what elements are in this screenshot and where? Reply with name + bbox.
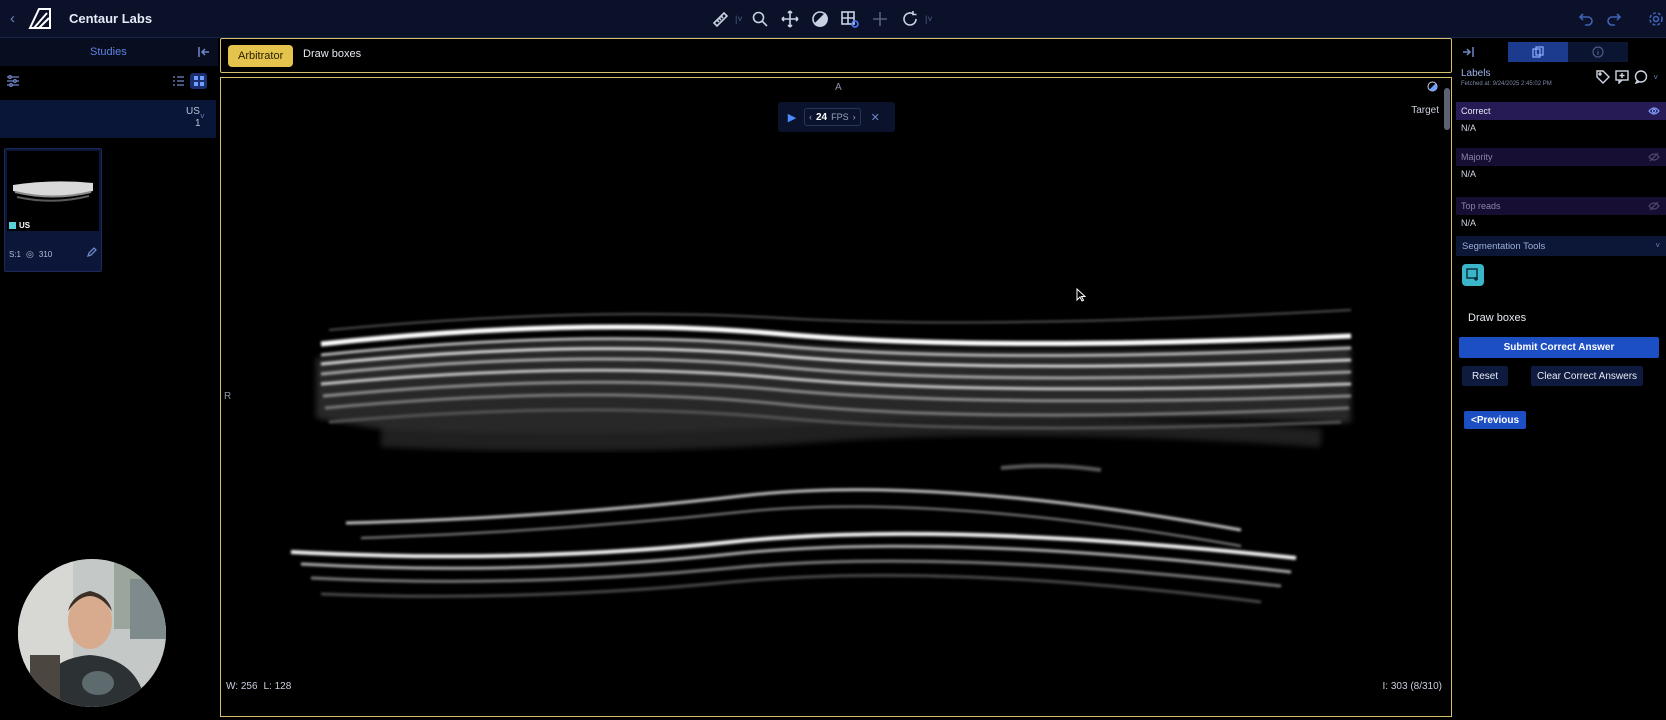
copy-icon — [1532, 46, 1544, 58]
correct-value: N/A — [1461, 123, 1477, 133]
fps-value: 24 — [816, 111, 828, 123]
labels-panel: Labels Fetched at: 9/24/2025 2:45:02 PM … — [1456, 38, 1666, 720]
top-reads-value: N/A — [1461, 218, 1477, 228]
contrast-icon[interactable] — [805, 7, 835, 31]
ultrasound-image — [290, 309, 1352, 604]
viewer-toolbar: |˅ |˅ — [705, 7, 935, 31]
chevron-down-icon[interactable]: ˅ — [1653, 73, 1658, 82]
frame-count: 310 — [38, 250, 53, 259]
chat-icon[interactable] — [1634, 70, 1648, 84]
webcam-overlay — [18, 559, 166, 707]
modality-color-swatch — [9, 222, 16, 229]
draw-box-tool-button[interactable] — [1462, 264, 1484, 286]
correct-section-header[interactable]: Correct — [1456, 102, 1666, 120]
submit-correct-answer-button[interactable]: Submit Correct Answer — [1459, 337, 1659, 358]
layout-icon[interactable] — [835, 7, 865, 31]
edit-icon[interactable] — [87, 247, 97, 257]
panel-tabs-bar — [1456, 42, 1666, 62]
chevron-left-icon[interactable]: ‹ — [10, 10, 15, 27]
collapse-left-icon[interactable] — [197, 45, 211, 59]
orientation-top: A — [835, 82, 842, 93]
correct-title: Correct — [1461, 106, 1491, 116]
filter-bar — [0, 68, 218, 94]
clear-correct-answers-button[interactable]: Clear Correct Answers — [1531, 366, 1644, 386]
draw-boxes-label: Draw boxes — [1468, 312, 1527, 324]
app-title: Centaur Labs — [69, 11, 153, 26]
study-row[interactable]: US 1 ˅ — [0, 100, 216, 138]
frames-icon: ◎ — [26, 249, 34, 259]
majority-title: Majority — [1461, 152, 1493, 162]
fps-unit: FPS — [831, 112, 849, 122]
webcam-video — [18, 559, 166, 707]
fetched-timestamp: Fetched at: 9/24/2025 2:45:02 PM — [1461, 81, 1552, 87]
add-comment-icon[interactable] — [1615, 70, 1630, 84]
majority-section-header[interactable]: Majority — [1456, 148, 1666, 166]
frame-scrollbar[interactable] — [1444, 88, 1450, 130]
top-reads-section-header[interactable]: Top reads — [1456, 197, 1666, 215]
pan-icon[interactable] — [775, 7, 805, 31]
chevron-left-icon[interactable]: ‹ — [809, 112, 812, 122]
centaur-logo — [28, 8, 51, 29]
orientation-left: R — [224, 391, 232, 402]
image-viewport[interactable]: A R Target ▶ ‹ 24 FPS › ✕ W: 256 L: 128 … — [220, 77, 1452, 717]
labels-header: Labels Fetched at: 9/24/2025 2:45:02 PM … — [1456, 64, 1666, 92]
window-level-readout: W: 256 L: 128 — [226, 681, 291, 692]
studies-header: Studies — [0, 38, 218, 66]
arbitrator-badge: Arbitrator — [228, 45, 294, 67]
image-index: I: 303 (8/310) — [1382, 681, 1442, 692]
add-box-icon — [1466, 268, 1478, 281]
chevron-down-icon[interactable]: ˅ — [1655, 241, 1660, 250]
thumbnail-image — [7, 151, 99, 231]
segmentation-title: Segmentation Tools — [1462, 240, 1546, 252]
ruler-icon[interactable] — [705, 7, 735, 31]
tab-copy[interactable] — [1508, 42, 1568, 62]
chevron-down-icon[interactable]: |˅ — [735, 14, 745, 24]
chevron-right-icon[interactable]: › — [853, 112, 856, 122]
segmentation-tools-header[interactable]: Segmentation Tools ˅ — [1456, 236, 1666, 256]
top-reads-title: Top reads — [1461, 201, 1501, 211]
gear-icon[interactable] — [1646, 7, 1666, 31]
window-level: L: 128 — [263, 681, 292, 692]
chevron-down-icon[interactable]: |˅ — [925, 14, 935, 24]
task-header: Arbitrator Draw boxes — [220, 38, 1452, 73]
collapse-right-icon[interactable] — [1461, 45, 1475, 59]
tag-icon[interactable] — [1596, 70, 1611, 84]
crosshair-icon[interactable] — [865, 7, 895, 31]
top-bar: ‹ Centaur Labs |˅ |˅ — [0, 0, 1666, 38]
undo-icon[interactable] — [1576, 7, 1596, 31]
series-thumbnail[interactable]: US S:1 ◎ 310 — [4, 148, 102, 272]
series-number: S:1 — [9, 250, 22, 259]
task-title: Draw boxes — [303, 48, 362, 60]
eye-off-icon[interactable] — [1648, 201, 1660, 211]
filter-sliders-icon[interactable] — [6, 74, 20, 88]
previous-button[interactable]: <Previous — [1464, 411, 1527, 429]
window-width: W: 256 — [226, 681, 258, 692]
eye-off-icon[interactable] — [1648, 152, 1660, 162]
study-modality: US — [186, 106, 200, 117]
mouse-cursor-icon — [1076, 288, 1086, 302]
play-icon[interactable]: ▶ — [784, 109, 800, 125]
labels-title: Labels — [1461, 68, 1491, 79]
thumbnail-modality: US — [9, 221, 30, 230]
grid-view-icon[interactable] — [190, 73, 207, 89]
cine-player: ▶ ‹ 24 FPS › ✕ — [778, 102, 895, 132]
list-view-icon[interactable] — [170, 73, 187, 89]
eye-icon[interactable] — [1648, 106, 1660, 116]
invert-icon[interactable] — [1427, 81, 1438, 92]
chevron-down-icon[interactable]: ˅ — [200, 112, 205, 121]
reset-button[interactable]: Reset — [1462, 366, 1509, 386]
thumbnail-meta: S:1 ◎ 310 — [9, 249, 52, 260]
fps-control[interactable]: ‹ 24 FPS › — [804, 108, 861, 126]
close-icon[interactable]: ✕ — [871, 111, 880, 124]
redo-icon[interactable] — [1604, 7, 1624, 31]
top-right-actions — [1576, 7, 1666, 31]
target-label: Target — [1411, 105, 1439, 116]
studies-tab[interactable]: Studies — [90, 46, 127, 58]
majority-value: N/A — [1461, 169, 1477, 179]
info-icon — [1592, 46, 1604, 58]
zoom-icon[interactable] — [745, 7, 775, 31]
rotate-icon[interactable] — [895, 7, 925, 31]
tab-info[interactable] — [1568, 42, 1628, 62]
